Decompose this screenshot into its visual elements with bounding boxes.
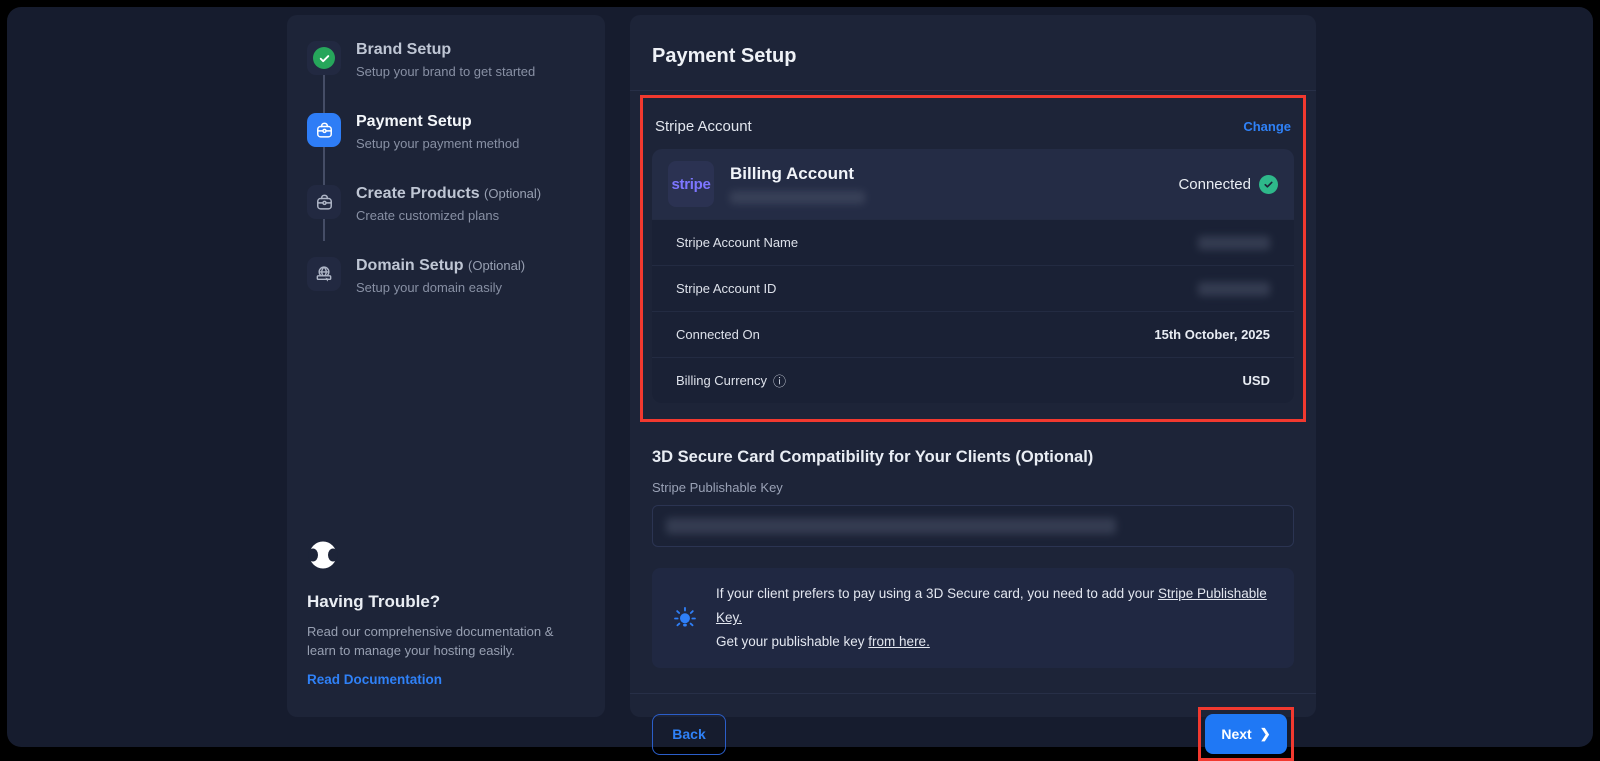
- stripe-account-section-label: Stripe Account: [655, 118, 752, 135]
- read-documentation-link[interactable]: Read Documentation: [307, 672, 442, 687]
- status-badge: Connected: [1178, 174, 1278, 194]
- redacted-account-email: [730, 191, 865, 204]
- row-label: Stripe Account ID: [676, 281, 777, 296]
- table-row: Connected On 15th October, 2025: [652, 311, 1294, 357]
- info-icon[interactable]: ⓘ: [773, 371, 786, 390]
- step-domain-setup[interactable]: Domain Setup (Optional) Setup your domai…: [307, 257, 585, 295]
- step-create-products[interactable]: Create Products (Optional) Create custom…: [307, 185, 585, 223]
- stepper: Brand Setup Setup your brand to get star…: [307, 41, 585, 295]
- from-here-link[interactable]: from here.: [868, 634, 930, 649]
- app-window: Brand Setup Setup your brand to get star…: [7, 7, 1593, 761]
- header-divider: [630, 90, 1316, 91]
- table-row: Stripe Account Name: [652, 219, 1294, 265]
- change-account-link[interactable]: Change: [1243, 119, 1291, 134]
- publishable-key-label: Stripe Publishable Key: [652, 480, 783, 495]
- brand-setup-step-icon: [307, 41, 341, 75]
- secure-section-title: 3D Secure Card Compatibility for Your Cl…: [652, 448, 1094, 466]
- table-row: Billing Currency ⓘ USD: [652, 357, 1294, 403]
- step-title: Brand Setup: [356, 41, 452, 58]
- next-button[interactable]: Next ❯: [1205, 714, 1287, 754]
- account-title: Billing Account: [730, 164, 855, 183]
- account-detail-rows: Stripe Account Name Stripe Account ID Co…: [652, 219, 1294, 403]
- step-optional-tag: (Optional): [468, 258, 526, 273]
- check-circle-icon: [313, 47, 335, 69]
- info-text: If your client prefers to pay using a 3D…: [716, 582, 1274, 654]
- step-brand-setup[interactable]: Brand Setup Setup your brand to get star…: [307, 41, 585, 79]
- step-subtitle: Create customized plans: [356, 208, 500, 223]
- publishable-key-input[interactable]: [652, 505, 1294, 547]
- footer-divider: [630, 693, 1316, 694]
- create-products-step-icon: [307, 185, 341, 219]
- connected-account-card: stripe Billing Account Connected: [652, 149, 1294, 219]
- info-line2: Get your publishable key: [715, 634, 869, 649]
- page-title: Payment Setup: [652, 45, 797, 67]
- table-row: Stripe Account ID: [652, 265, 1294, 311]
- step-title: Domain Setup (Optional): [356, 257, 526, 274]
- payment-setup-panel: Payment Setup Stripe Account Change stri…: [630, 15, 1316, 761]
- row-value: USD: [1242, 373, 1270, 388]
- help-title: Having Trouble?: [307, 592, 441, 611]
- lifebuoy-icon: [308, 541, 338, 569]
- redacted-value: [1198, 235, 1270, 250]
- next-button-label: Next: [1221, 726, 1252, 742]
- redacted-value: [1198, 281, 1270, 296]
- briefcase-icon: [316, 194, 332, 210]
- chevron-right-icon: ❯: [1259, 726, 1271, 741]
- briefcase-icon: [316, 122, 332, 138]
- step-optional-tag: (Optional): [484, 186, 542, 201]
- secure-card-info-box: If your client prefers to pay using a 3D…: [652, 568, 1294, 668]
- row-label: Billing Currency ⓘ: [676, 371, 787, 390]
- wizard-footer: Back Next ❯: [652, 707, 1294, 761]
- step-subtitle: Setup your payment method: [356, 136, 520, 151]
- stripe-logo: stripe: [668, 161, 714, 207]
- row-label: Connected On: [676, 327, 760, 342]
- step-title: Create Products (Optional): [356, 185, 542, 202]
- redacted-key-value: [666, 518, 1116, 534]
- stripe-account-annotation-box: Stripe Account Change stripe Billing Acc…: [640, 95, 1306, 422]
- help-section: Having Trouble? Read our comprehensive d…: [307, 539, 585, 689]
- info-line1: If your client prefers to pay using a 3D…: [715, 586, 1158, 601]
- step-title: Payment Setup: [356, 113, 472, 130]
- row-label: Stripe Account Name: [676, 235, 799, 250]
- globe-cursor-icon: [316, 266, 332, 282]
- step-subtitle: Setup your domain easily: [356, 280, 502, 295]
- step-payment-setup[interactable]: Payment Setup Setup your payment method: [307, 113, 585, 151]
- setup-wizard-sidebar: Brand Setup Setup your brand to get star…: [287, 15, 605, 717]
- help-description: Read our comprehensive documentation & l…: [307, 624, 554, 658]
- payment-setup-step-icon: [307, 113, 341, 147]
- back-button[interactable]: Back: [652, 713, 726, 755]
- row-value: 15th October, 2025: [1154, 327, 1270, 342]
- status-label: Connected: [1178, 175, 1251, 193]
- next-button-annotation-box: Next ❯: [1198, 707, 1294, 761]
- connected-check-icon: [1259, 174, 1278, 194]
- lightbulb-icon: [674, 606, 696, 627]
- domain-setup-step-icon: [307, 257, 341, 291]
- step-subtitle: Setup your brand to get started: [356, 64, 536, 79]
